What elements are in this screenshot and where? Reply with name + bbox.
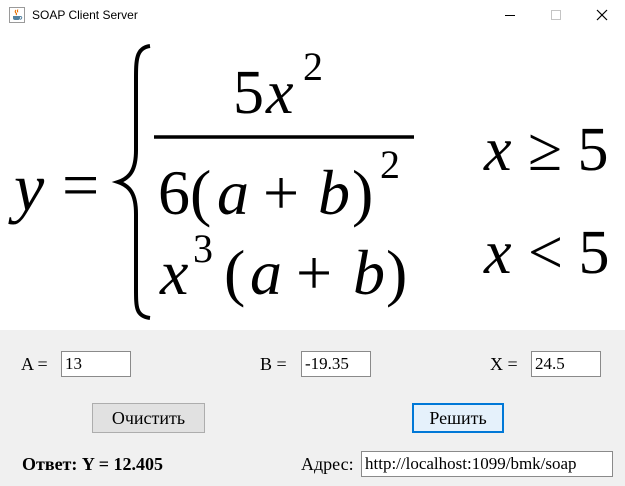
minimize-icon: [505, 15, 515, 16]
svg-text:3: 3: [193, 226, 213, 271]
svg-text:): ): [386, 237, 407, 308]
svg-text:): ): [352, 157, 373, 228]
address-label: Адрес:: [301, 454, 354, 474]
svg-text:+: +: [296, 237, 332, 308]
address-input[interactable]: [361, 451, 613, 477]
svg-text:6(: 6(: [158, 157, 211, 228]
x-label: X =: [490, 354, 518, 374]
answer-text: Ответ: Y = 12.405: [22, 454, 163, 474]
solve-button[interactable]: Решить: [412, 403, 504, 433]
piecewise-formula: y = 5 x 2 6( a + b ) 2 x ≥ 5 x 3 ( a + b…: [8, 44, 609, 320]
case2-expression: x 3 ( a + b ): [159, 226, 407, 308]
clear-button[interactable]: Очистить: [92, 403, 205, 433]
svg-text:b: b: [353, 237, 385, 308]
svg-text:x: x: [483, 116, 512, 184]
svg-text:2: 2: [303, 44, 323, 89]
case1-numerator: 5 x 2: [233, 44, 323, 127]
svg-text:b: b: [318, 157, 350, 228]
svg-text:5: 5: [233, 59, 264, 127]
b-input[interactable]: [301, 351, 371, 377]
svg-text:≥ 5: ≥ 5: [528, 116, 609, 184]
maximize-button[interactable]: [533, 0, 579, 30]
b-label: B =: [260, 354, 287, 374]
svg-text:x: x: [159, 237, 188, 308]
left-brace: [111, 44, 151, 320]
svg-text:< 5: < 5: [528, 219, 609, 287]
svg-text:2: 2: [380, 142, 400, 187]
title-bar: SOAP Client Server: [0, 0, 625, 30]
close-button[interactable]: [579, 0, 625, 30]
close-icon: [596, 9, 608, 21]
case2-condition: x < 5: [483, 219, 609, 287]
maximize-icon: [551, 10, 561, 20]
svg-text:(: (: [224, 237, 245, 308]
case1-denominator: 6( a + b ) 2: [158, 142, 400, 228]
svg-text:x: x: [483, 219, 512, 287]
formula-image: y = 5 x 2 6( a + b ) 2 x ≥ 5 x 3 ( a + b…: [0, 30, 625, 330]
a-label: A =: [21, 354, 48, 374]
svg-text:+: +: [263, 157, 299, 228]
control-panel: A = B = X = Очистить Решить Ответ: Y = 1…: [0, 330, 625, 486]
x-input[interactable]: [531, 351, 601, 377]
svg-text:x: x: [265, 59, 294, 127]
java-cup-icon: [9, 7, 25, 23]
svg-text:a: a: [217, 157, 249, 228]
minimize-button[interactable]: [487, 0, 533, 30]
formula-lhs: y: [8, 149, 45, 225]
case1-condition: x ≥ 5: [483, 116, 609, 184]
window-title: SOAP Client Server: [32, 8, 138, 22]
svg-text:a: a: [250, 237, 282, 308]
formula-equals: =: [62, 149, 99, 222]
a-input[interactable]: [61, 351, 131, 377]
